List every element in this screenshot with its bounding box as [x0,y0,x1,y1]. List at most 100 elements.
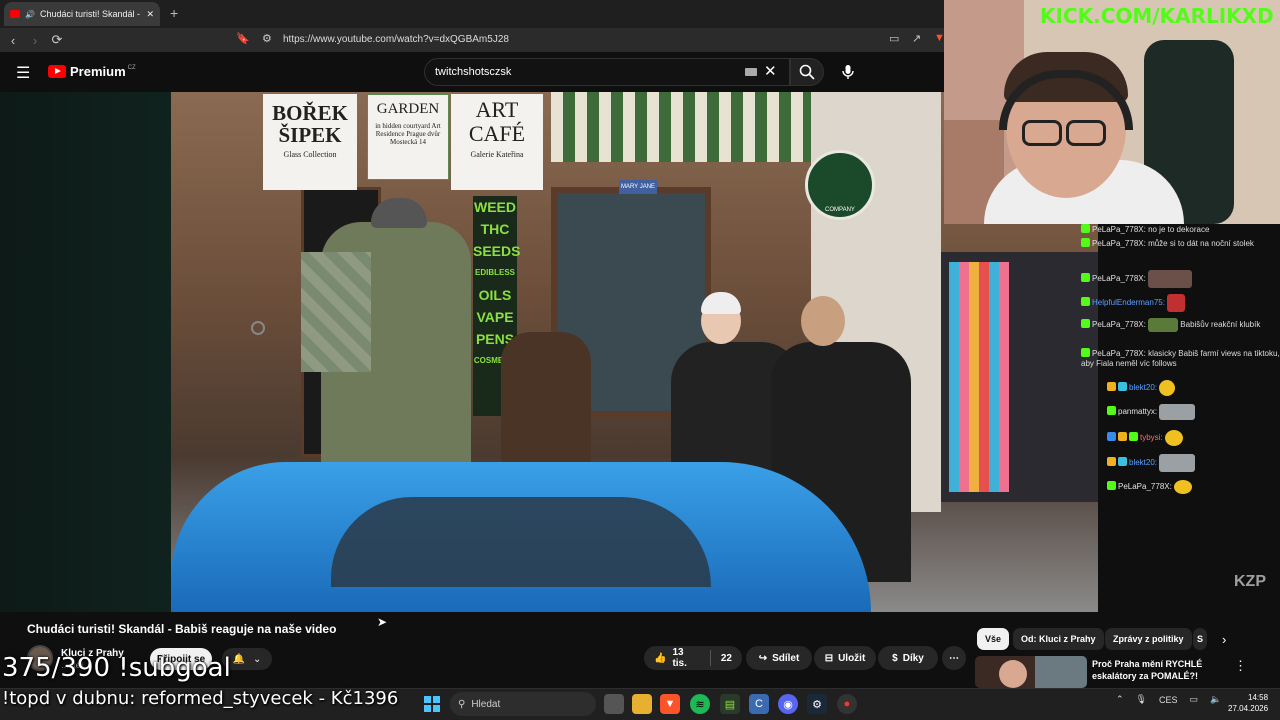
chat-message: PeLaPa_778X: klasicky Babiš farmí views … [1081,348,1280,369]
recommended-more-icon[interactable]: ⋮ [1234,658,1247,674]
clear-search-icon[interactable]: ✕ [764,62,777,80]
back-icon[interactable]: ‹ [2,33,24,48]
taskbar-search-placeholder: Hledat [471,698,501,710]
tray-expand-icon[interactable]: ⌃ [1116,694,1124,705]
bookmark-save-icon: ⊟ [824,652,834,664]
chat-message: PeLaPa_778X: Babišův reakční klubík [1081,318,1280,332]
url-field[interactable]: https://www.youtube.com/watch?v=dxQGBAm5… [283,34,509,45]
chat-message: PeLaPa_778X: no je to dekorace [1081,224,1280,235]
chat-username: HelpfulEnderman75: [1092,298,1165,308]
tray-mic-icon[interactable]: 🎙 [1136,694,1147,705]
top-donor-overlay: !topd v dubnu: reformed_styvecek - Kč139… [2,688,399,709]
thanks-button[interactable]: $ Díky [878,646,938,670]
volume-icon[interactable]: 🔈 [1210,694,1221,705]
obs-icon[interactable]: ● [837,694,857,714]
chip-next[interactable]: S [1193,628,1208,650]
search-button[interactable] [790,58,824,86]
youtube-play-icon [48,65,66,78]
sign-subtext: Glass Collection [283,150,337,159]
logo-text: Premium [70,64,126,79]
microphone-icon [842,65,854,79]
streamer-webcam [944,0,1280,224]
chip-all[interactable]: Vše [977,628,1010,650]
voice-search-button[interactable] [836,58,860,86]
reload-icon[interactable]: ⟳ [46,32,68,48]
emote-icon [1159,404,1196,420]
steam-icon[interactable]: ⚙ [807,694,827,714]
sign-subtext: Galerie Kateřina [470,150,524,159]
hamburger-menu-icon[interactable]: ☰ [16,63,30,83]
bookmark-icon[interactable]: 🔖 [236,32,250,45]
language-indicator[interactable]: CES [1159,695,1178,705]
browser-tab[interactable]: 🔊 Chudáci turisti! Skandál - Babi ✕ [4,2,160,26]
video-status-icon [251,321,265,335]
scarf-shop [941,252,1098,502]
sign-garden: GARDEN in hidden courtyard Art Residence… [367,94,449,180]
sign-text: COMPANY [825,207,855,213]
sign-subtext: in hidden courtyard Art Residence Prague… [375,122,441,146]
spotify-icon[interactable]: ≋ [690,694,710,714]
car-window [331,497,711,587]
taskbar-search[interactable]: ⚲ Hledat [450,692,596,716]
chip-politics-news[interactable]: Zprávy z politiky [1105,628,1192,650]
sign-text: WEED [474,199,516,215]
chat-username: PeLaPa_778X: [1092,320,1146,330]
chat-text: Babišův reakční klubík [1180,320,1261,330]
task-view-icon[interactable] [604,694,624,714]
clock-date: 27.04.2026 [1228,704,1269,713]
video-title: Chudáci turisti! Skandál - Babiš reaguje… [27,622,337,636]
address-bar-row: ‹ › ⟳ 🔖 ⚙ https://www.youtube.com/watch?… [0,28,945,52]
chat-message: PeLaPa_778X: [1081,480,1280,494]
stream-chat: PeLaPa_778X: no je to dekorace PeLaPa_77… [1081,224,1280,498]
site-settings-icon[interactable]: ⚙ [262,32,272,45]
network-icon[interactable]: ▭ [1190,694,1199,705]
share-icon: ↪ [758,652,768,664]
chevron-down-icon: ⌄ [253,653,262,665]
tab-close-icon[interactable]: ✕ [146,9,154,20]
sign-text: OILS [478,287,512,303]
windows-start-icon[interactable] [424,696,440,712]
new-tab-button[interactable]: + [170,5,178,21]
chip-from-channel[interactable]: Od: Kluci z Prahy [1013,628,1104,650]
mouse-cursor-icon: ➤ [377,615,388,629]
comments-count[interactable]: 22 [711,653,742,664]
cannabis-company-sign: COMPANY [805,150,875,220]
share-page-icon[interactable]: ↗ [912,32,921,45]
app-c-icon[interactable]: C [749,694,769,714]
man-face [801,296,845,346]
share-button[interactable]: ↪ Sdílet [746,646,812,670]
brave-browser-icon[interactable]: ▼ [660,694,680,714]
chat-username: PeLaPa_778X: [1092,239,1146,248]
kick-url-overlay: KICK.COM/KARLIKXD [1040,4,1274,28]
forward-icon[interactable]: › [24,33,46,48]
notepad-icon[interactable]: ▤ [720,694,740,714]
chat-username: tybysi: [1140,433,1163,443]
chips-next-arrow-icon[interactable]: › [1222,632,1226,647]
sign-text: VAPE [476,309,514,325]
recommended-title[interactable]: Proč Praha mění RYCHLÉ eskalátory za POM… [1092,658,1232,682]
screen-icon[interactable]: ▭ [889,32,899,45]
file-explorer-icon[interactable] [632,694,652,714]
sign-text: GARDEN [376,101,440,117]
chat-message: blekt20: [1081,380,1280,396]
chat-username: PeLaPa_778X: [1092,225,1146,234]
chat-username: panmattyx: [1118,407,1158,417]
emote-icon [1167,294,1186,312]
save-button[interactable]: ⊟ Uložit [814,646,876,670]
emote-icon [1174,480,1193,494]
emote-icon [1148,318,1179,332]
more-icon: ⋯ [949,652,959,664]
search-input[interactable]: twitchshotsczsk [424,58,790,86]
youtube-logo[interactable]: Premium CZ [48,64,136,79]
more-actions-button[interactable]: ⋯ [942,646,966,670]
taskbar-clock[interactable]: 14:58 27.04.2026 [1228,692,1268,714]
recommended-thumbnail[interactable] [975,656,1087,688]
emote-icon [1159,454,1196,472]
like-button[interactable]: 👍 13 tis. [644,647,711,669]
save-label: Uložit [838,652,866,664]
chat-username: PeLaPa_778X: [1092,274,1146,284]
thumb-up-icon: 👍 [654,652,667,664]
discord-icon[interactable]: ◉ [778,694,798,714]
keyboard-icon[interactable] [745,68,757,76]
search-icon [799,64,815,80]
